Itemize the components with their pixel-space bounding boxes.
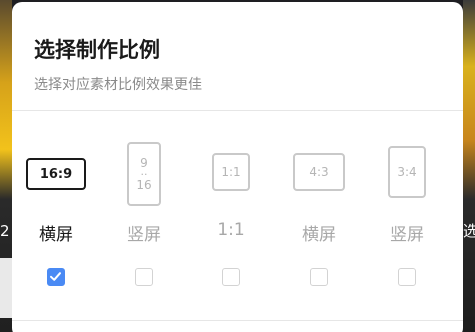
ratio-picker-sheet: 选择制作比例 选择对应素材比例效果更佳 16:9 横屏 9 ·· 16 竖屏 1… (12, 2, 463, 332)
checkmark-icon (50, 272, 61, 281)
background-left-text: 2 (0, 222, 10, 240)
ratio-4-3-thumbnail: 4:3 (293, 153, 345, 191)
divider (12, 110, 463, 111)
ratio-1-1-checkbox[interactable] (222, 268, 240, 286)
ratio-16-9-thumbnail: 16:9 (26, 158, 86, 190)
ratio-3-4-checkbox[interactable] (398, 268, 416, 286)
ratio-1-1-text: 1:1 (221, 164, 241, 179)
ratio-option-16-9[interactable]: 16:9 横屏 (16, 142, 96, 292)
ratio-16-9-label: 横屏 (39, 225, 73, 245)
ratio-9-16-text-bottom: 16 (136, 177, 152, 192)
dialog-subtitle: 选择对应素材比例效果更佳 (34, 77, 202, 93)
ratio-4-3-text: 4:3 (309, 164, 329, 179)
ratio-4-3-label: 横屏 (302, 225, 336, 245)
ratio-3-4-text: 3:4 (397, 164, 417, 179)
screen: 2 选 选择制作比例 选择对应素材比例效果更佳 16:9 横屏 9 ·· 16 (0, 0, 475, 332)
ratio-4-3-checkbox[interactable] (310, 268, 328, 286)
divider (12, 320, 463, 321)
ratio-option-3-4[interactable]: 3:4 竖屏 (367, 142, 447, 292)
background-right-text: 选 (463, 222, 475, 240)
background-app-left-strip (0, 258, 12, 318)
ratio-9-16-checkbox[interactable] (135, 268, 153, 286)
ratio-3-4-thumbnail: 3:4 (388, 146, 426, 198)
ratio-option-1-1[interactable]: 1:1 1:1 (191, 142, 271, 292)
ratio-3-4-label: 竖屏 (390, 225, 424, 245)
ratio-9-16-label: 竖屏 (127, 225, 161, 245)
ratio-option-4-3[interactable]: 4:3 横屏 (279, 142, 359, 292)
ratio-9-16-thumbnail: 9 ·· 16 (127, 142, 161, 206)
ratio-16-9-checkbox[interactable] (47, 268, 65, 286)
background-app-right (463, 0, 475, 332)
ratio-1-1-label: 1:1 (217, 220, 245, 240)
ratio-option-9-16[interactable]: 9 ·· 16 竖屏 (104, 142, 184, 292)
ratio-16-9-text: 16:9 (39, 166, 73, 182)
dialog-title: 选择制作比例 (34, 38, 160, 62)
ratio-1-1-thumbnail: 1:1 (212, 153, 250, 191)
